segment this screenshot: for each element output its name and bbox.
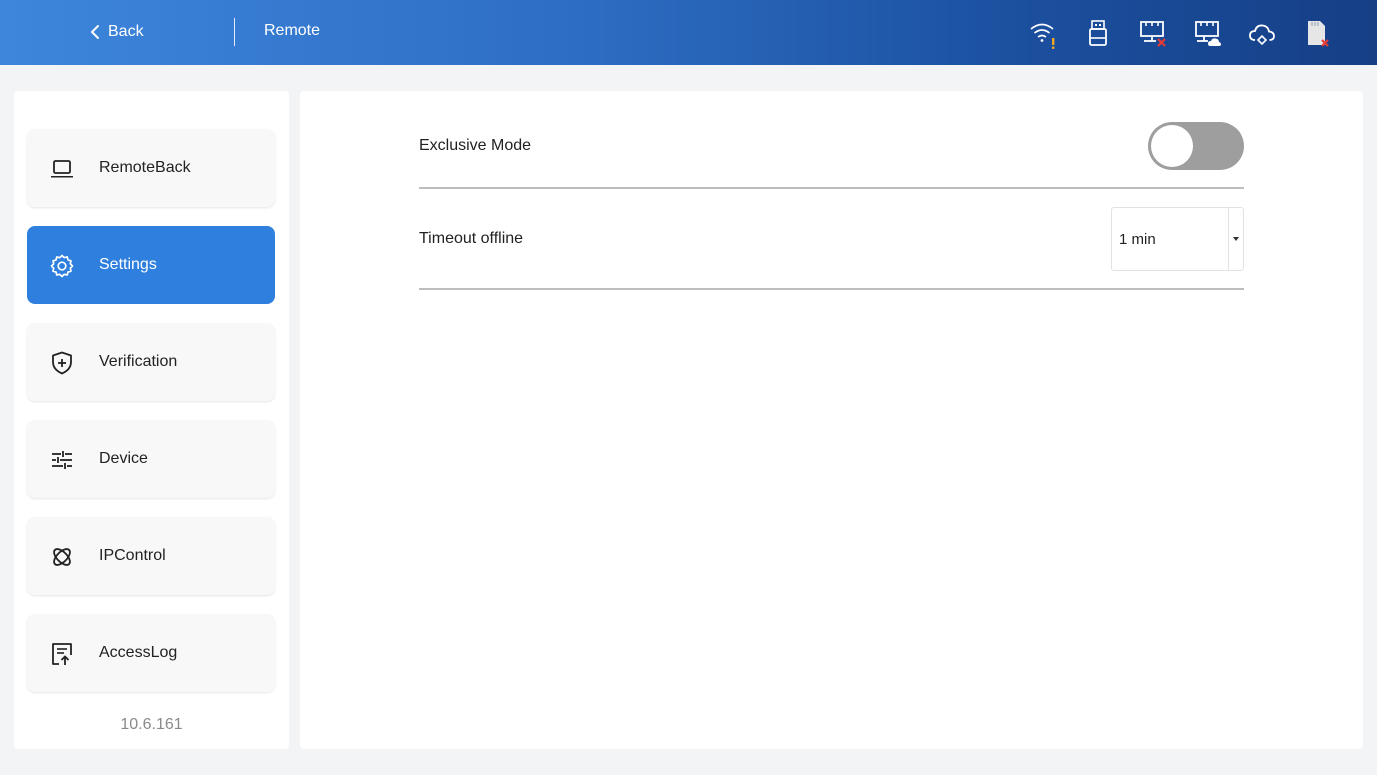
chevron-left-icon	[91, 25, 99, 39]
caret-down-icon	[1233, 237, 1239, 241]
shield-plus-icon	[49, 350, 75, 376]
sliders-icon	[49, 447, 75, 473]
sidebar-item-label: Verification	[99, 353, 178, 370]
timeout-offline-value: 1 min	[1119, 231, 1156, 248]
row-divider	[419, 187, 1244, 189]
toggle-knob	[1151, 125, 1193, 167]
sidebar-item-label: RemoteBack	[99, 159, 191, 176]
sd-card-error-icon[interactable]	[1302, 16, 1332, 50]
document-upload-icon	[49, 641, 75, 667]
back-button[interactable]: Back	[88, 19, 144, 45]
lan-disconnected-icon[interactable]	[1138, 16, 1168, 50]
wifi-warning-icon[interactable]	[1028, 16, 1058, 50]
sidebar: RemoteBack Settings Verification Device …	[14, 91, 289, 749]
sidebar-item-accesslog[interactable]: AccessLog	[27, 614, 275, 692]
sidebar-item-device[interactable]: Device	[27, 420, 275, 498]
sidebar-item-label: Device	[99, 450, 148, 467]
page-title: Remote	[264, 22, 321, 39]
sidebar-item-remoteback[interactable]: RemoteBack	[27, 129, 275, 207]
timeout-offline-select[interactable]: 1 min	[1111, 207, 1244, 271]
top-bar: Back Remote	[0, 0, 1377, 65]
sidebar-item-verification[interactable]: Verification	[27, 323, 275, 401]
laptop-icon	[49, 156, 75, 182]
version-label: 10.6.161	[120, 716, 183, 733]
sidebar-item-label: AccessLog	[99, 644, 178, 661]
header-divider	[234, 18, 235, 46]
exclusive-mode-label: Exclusive Mode	[419, 137, 532, 154]
cloud-lan-icon[interactable]	[1193, 16, 1223, 50]
sidebar-item-label: Settings	[99, 256, 157, 273]
cloud-icon[interactable]	[1247, 16, 1277, 50]
select-separator	[1228, 208, 1229, 270]
sidebar-item-ipcontrol[interactable]: IPControl	[27, 517, 275, 595]
back-label: Back	[108, 23, 144, 40]
gear-icon	[49, 253, 75, 279]
usb-drive-icon[interactable]	[1083, 16, 1113, 50]
row-divider	[419, 288, 1244, 290]
atom-icon	[49, 544, 75, 570]
sidebar-item-settings[interactable]: Settings	[27, 226, 275, 304]
settings-panel: Exclusive Mode Timeout offline 1 min	[300, 91, 1363, 749]
sidebar-item-label: IPControl	[99, 547, 166, 564]
exclusive-mode-toggle[interactable]	[1148, 122, 1244, 170]
timeout-offline-label: Timeout offline	[419, 230, 524, 247]
